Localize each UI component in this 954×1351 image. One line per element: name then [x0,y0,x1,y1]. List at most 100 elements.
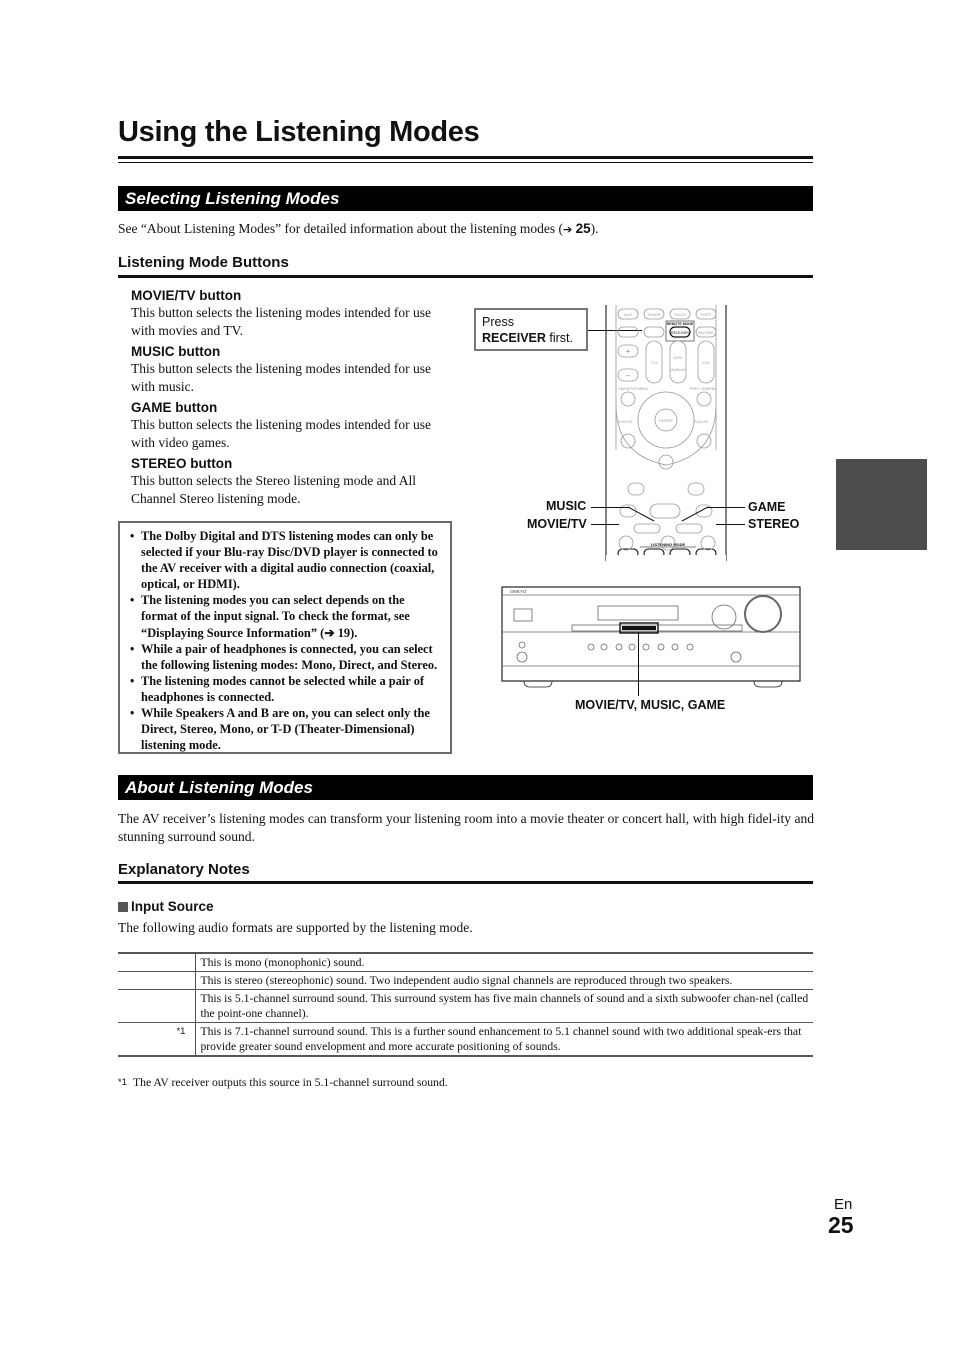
table-row: *1 This is 7.1-channel surround sound. Th… [118,1022,813,1057]
notes-box: The Dolby Digital and DTS listening mode… [118,521,452,754]
number-2-button [660,535,676,551]
game-leader [707,507,745,508]
press-receiver-text: RECEIVER first. [482,330,580,346]
heading-explanatory-notes: Explanatory Notes [118,861,250,878]
remote-mode-label: REMOTE MODE [667,322,694,326]
playlist-left-label: PLAYLIST [618,420,633,424]
audio-formats-table: This is mono (monophonic) sound. This is… [118,952,813,1057]
receiver-body [501,586,801,682]
section-bar-about: About Listening Modes [118,775,813,800]
callout-stereo: STEREO [748,517,800,531]
page-title: Using the Listening Modes [118,116,480,148]
button-descriptions: MOVIE/TV button This button selects the … [131,287,457,508]
row-text: This is stereo (stereophonic) sound. Two… [195,971,813,990]
aux-input-jack [730,651,742,663]
setup-mic-jack [518,641,526,649]
row-text: This is 5.1-channel surround sound. This… [195,989,813,1023]
table-row: This is mono (monophonic) sound. [118,952,813,972]
prev-ch-label: PREV CH/MENU [690,387,717,391]
prev-ch-button [696,391,712,407]
remote-button [643,326,665,338]
receiver-leader-line [638,632,639,696]
input-source-heading: Input Source [118,899,214,914]
top-menu-label: GUIDE/TOP MENU [618,387,649,391]
svg-text:+: + [626,347,631,356]
row-text: This is 7.1-channel surround sound. This… [195,1022,813,1057]
note-item: While a pair of headphones is connected,… [126,641,444,673]
number-buttons-row [618,535,716,551]
row-mark: *1 [118,1022,197,1057]
footnote-text: The AV receiver outputs this source in 5… [132,1076,448,1089]
title-rule [118,156,813,159]
page-number: 25 [828,1212,854,1238]
callout-movie-tv: MOVIE/TV [527,517,587,531]
phones-jack [516,651,528,663]
svg-text:–: – [626,371,631,380]
brand-logo: ONKYO [510,589,527,594]
button-item-title: GAME button [131,400,218,415]
section2-intro: The AV receiver’s listening modes can tr… [118,811,814,844]
button-item-title: STEREO button [131,456,233,471]
top-menu-button [620,391,636,407]
button-item-movie-tv: MOVIE/TV button This button selects the … [131,287,457,340]
game-leader-diag [681,506,709,522]
album-label: ALBUM [671,367,685,372]
number-1-button [618,535,634,551]
tuner-label: TUNER [647,312,661,317]
heading-rule [118,881,813,884]
footnote-mark: *1 [118,1077,127,1088]
button-item-desc: This button selects the listening modes … [131,305,431,338]
button-item-stereo: STEREO button This button selects the St… [131,455,457,508]
av-receiver-illustration: ONKYO [501,586,801,688]
vol-label: VOL [702,360,711,365]
arrow-icon: ➔ [563,223,573,236]
intro-text: See “About Listening Modes” for detailed… [118,221,564,236]
input-knob [711,604,737,630]
music-leader-diag [628,506,655,522]
intro-text-end: ). [590,221,599,236]
muting-label: MUTING [698,330,714,335]
table-row: This is 5.1-channel surround sound. This… [118,989,813,1023]
volume-knob [744,595,782,633]
stereo-leader [716,524,745,525]
display-panel [597,605,679,621]
ch-label: CH [651,360,657,365]
input-source-title: Input Source [131,899,214,914]
return-button [696,433,712,449]
number-3-button [700,535,716,551]
button-item-title: MUSIC button [131,344,221,359]
button-item-desc: This button selects the Stereo listening… [131,473,416,506]
note-item: The listening modes cannot be selected w… [126,673,444,705]
heading-rule [118,275,813,278]
language-label: En [834,1196,853,1213]
row-text: This is mono (monophonic) sound. [195,952,813,972]
press-receiver-callout: Press RECEIVER first. [474,308,588,351]
receiver-button-label: RECEIVER [671,331,689,335]
audio-button [658,454,674,470]
title-rule-thin [118,162,813,163]
section1-intro: See “About Listening Modes” for detailed… [118,220,818,239]
chapter-side-tab [836,459,927,550]
port-label: PORT [700,312,712,317]
tvcd-label: TV/CD [674,312,686,317]
square-bullet-icon [118,901,128,912]
disc-label: DISC [673,355,683,360]
aux-label: AUX [624,312,633,317]
section-bar-selecting: Selecting Listening Modes [118,186,813,211]
note-item: While Speakers A and B are on, you can s… [126,705,444,753]
row-mark [118,971,197,990]
note-item: The listening modes you can select depen… [126,592,444,640]
power-button [513,608,533,622]
remote-button [617,326,639,338]
page-ref-link[interactable]: 25 [576,221,591,236]
input-source-text: The following audio formats are supporte… [118,920,473,935]
press-rest: first. [545,331,573,345]
press-text: Press [482,315,514,329]
callout-movie-music-game: MOVIE/TV, MUSIC, GAME [575,698,726,712]
button-item-game: GAME button This button selects the list… [131,399,457,452]
callout-game: GAME [748,500,786,514]
heading-listening-mode-buttons: Listening Mode Buttons [118,254,289,271]
callout-music: MUSIC [546,499,587,513]
button-item-music: MUSIC button This button selects the lis… [131,343,457,396]
music-leader [591,507,629,508]
